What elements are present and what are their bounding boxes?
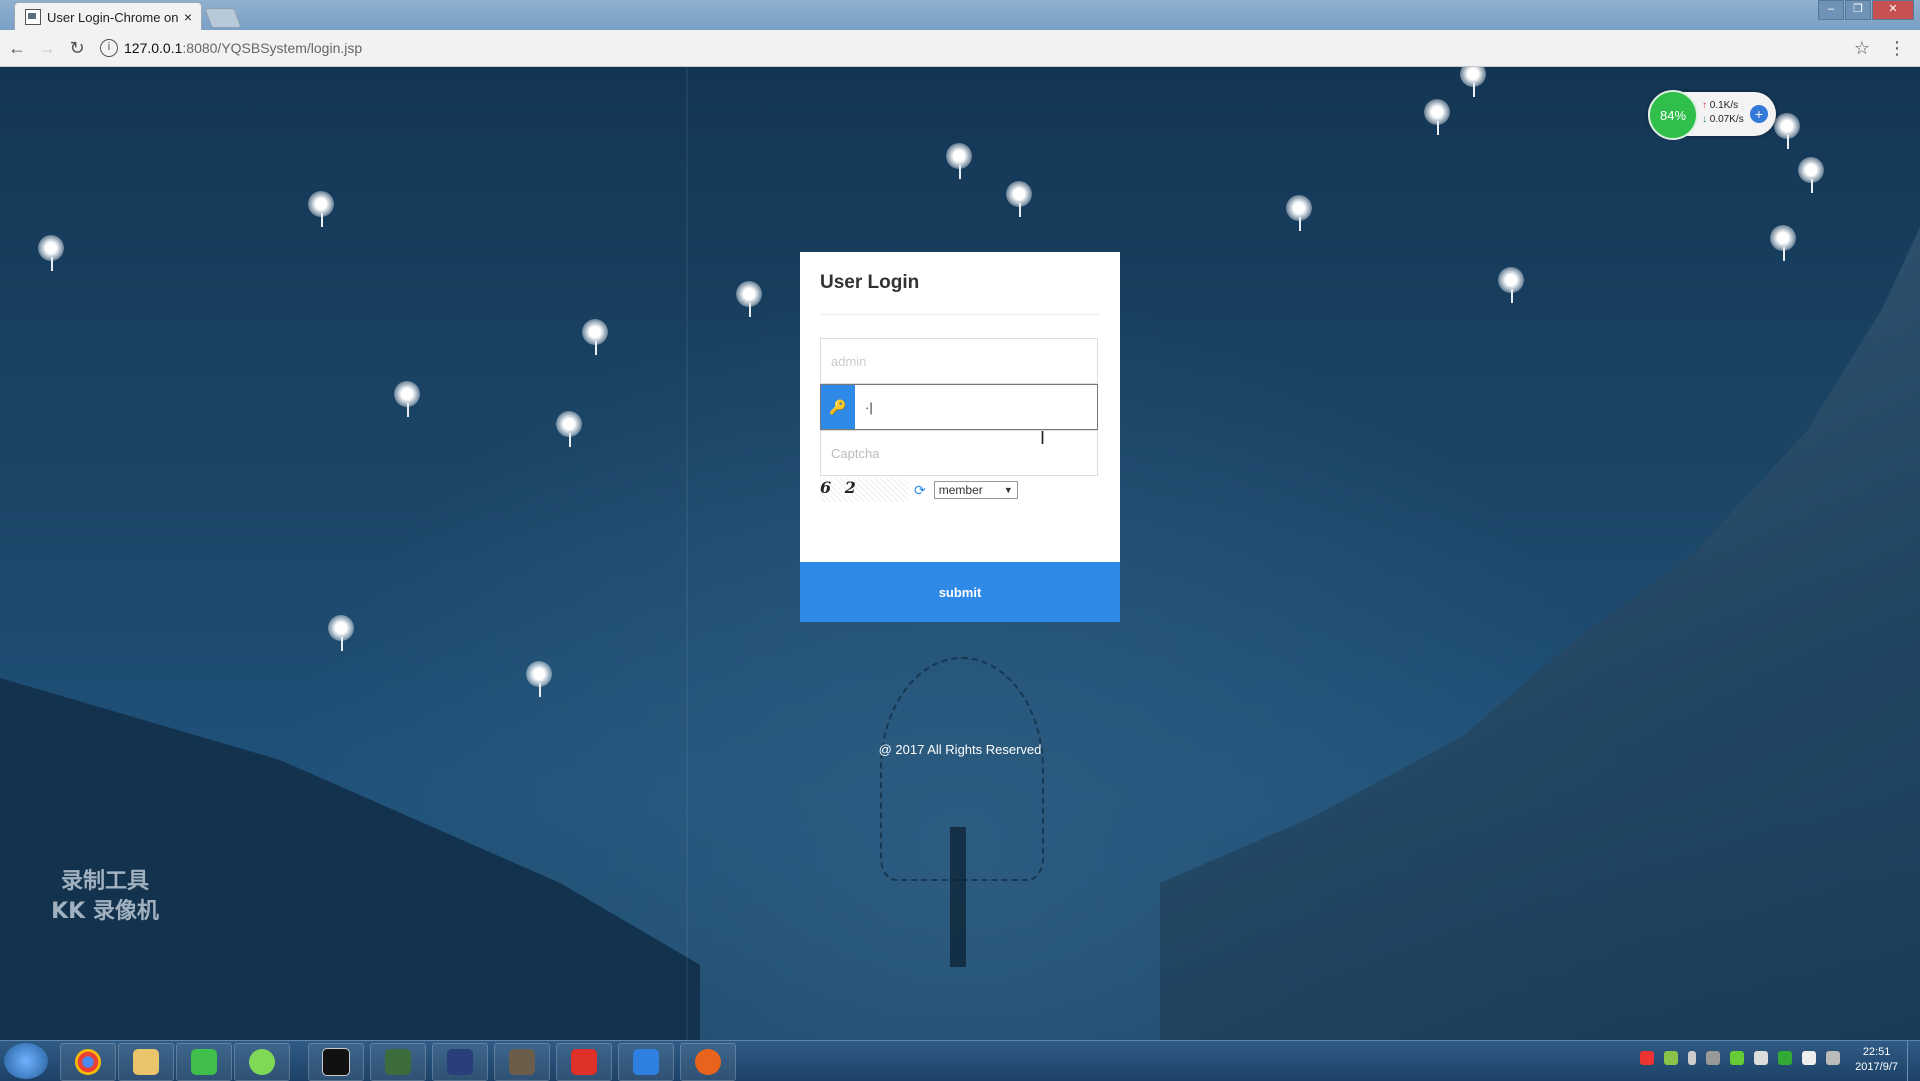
address-bar: ← → ↻ i 127.0.0.1:8080/YQSBSystem/login.…	[0, 30, 1920, 67]
forward-button[interactable]: →	[34, 35, 60, 61]
green-app-taskbar-icon[interactable]	[234, 1043, 290, 1081]
dandelion-seed-icon	[1422, 99, 1454, 137]
show-desktop-button[interactable]	[1907, 1041, 1920, 1081]
battery-icon[interactable]	[1664, 1051, 1678, 1065]
system-clock[interactable]: 22:51 2017/9/7	[1855, 1045, 1898, 1075]
dandelion-seed-icon	[326, 615, 358, 653]
login-title: User Login	[820, 272, 920, 293]
dandelion-seed-icon	[36, 235, 68, 273]
tab-title: User Login-Chrome on	[47, 9, 179, 25]
dandelion-seed-icon	[1458, 67, 1490, 99]
dandelion-seed-icon	[734, 281, 766, 319]
browser-menu-icon[interactable]: ⋮	[1888, 38, 1906, 59]
new-tab-button[interactable]	[204, 8, 242, 28]
page-favicon-icon	[25, 9, 41, 25]
close-window-button[interactable]: ✕	[1872, 0, 1914, 20]
browser-tab-bar: User Login-Chrome on × – ❐ ✕	[0, 0, 1920, 31]
cliff-rock	[1160, 227, 1920, 1040]
site-info-icon[interactable]: i	[100, 39, 118, 57]
cmd-terminal-taskbar-icon[interactable]	[308, 1043, 364, 1081]
tray-monitor-icon[interactable]	[1778, 1051, 1792, 1065]
recorder-watermark: 录制工具 KK 录像机	[30, 867, 180, 927]
tray-expand-icon[interactable]	[1688, 1051, 1696, 1065]
tray-green-icon[interactable]	[1730, 1051, 1744, 1065]
refresh-captcha-icon[interactable]: ⟳	[914, 482, 926, 499]
network-speed-widget[interactable]: 84% 0.1K/s 0.07K/s +	[1648, 90, 1776, 140]
monitor-app-taskbar-icon[interactable]	[370, 1043, 426, 1081]
url-host: 127.0.0.1	[124, 40, 183, 56]
sogou-input-icon[interactable]	[1640, 1051, 1654, 1065]
background-divider	[686, 67, 688, 1040]
mountain-silhouette	[0, 678, 700, 1040]
copyright-footer: @ 2017 All Rights Reserved	[878, 742, 1042, 757]
submit-button[interactable]: submit	[800, 562, 1120, 622]
dandelion-seed-icon	[306, 191, 338, 229]
chrome-taskbar-icon[interactable]	[60, 1043, 116, 1081]
reload-button[interactable]: ↻	[64, 35, 90, 61]
url-path: :8080/YQSBSystem/login.jsp	[182, 40, 363, 56]
notification-icon[interactable]	[1826, 1051, 1840, 1065]
file-explorer-taskbar-icon[interactable]	[118, 1043, 174, 1081]
captcha-image[interactable]: 6 2	[820, 478, 908, 502]
role-selected-value: member	[938, 483, 983, 497]
clock-time: 22:51	[1862, 1046, 1891, 1058]
chevron-down-icon: ▼	[1003, 485, 1013, 495]
dandelion-seed-icon	[1796, 157, 1828, 195]
dandelion-seed-icon	[1768, 225, 1800, 263]
accelerate-plus-icon[interactable]: +	[1750, 105, 1768, 123]
captcha-input[interactable]	[821, 431, 1097, 475]
password-field[interactable]: 🔑	[820, 384, 1098, 430]
system-tray	[1640, 1051, 1840, 1065]
captcha-row: 6 2 ⟳ member ▼	[820, 478, 1018, 502]
minimize-button[interactable]: –	[1818, 0, 1844, 20]
restore-button[interactable]: ❐	[1845, 0, 1871, 20]
wps-writer-taskbar-icon[interactable]	[618, 1043, 674, 1081]
login-card: User Login 🔑 6 2 ⟳ member ▼ submit	[800, 252, 1120, 622]
bookmark-star-icon[interactable]: ☆	[1854, 38, 1870, 59]
tab-close-icon[interactable]: ×	[179, 9, 197, 25]
memory-usage-indicator: 84%	[1648, 90, 1698, 140]
title-divider	[820, 314, 1100, 315]
wechat-taskbar-icon[interactable]	[176, 1043, 232, 1081]
dandelion-seed-icon	[554, 411, 586, 449]
dandelion-seed-icon	[1772, 113, 1804, 151]
watermark-line2: KK 录像机	[51, 899, 159, 924]
browser-tab[interactable]: User Login-Chrome on ×	[14, 2, 202, 31]
network-signal-icon[interactable]	[1802, 1051, 1816, 1065]
dandelion-seed-icon	[1004, 181, 1036, 219]
back-button[interactable]: ←	[4, 35, 30, 61]
sublime-taskbar-icon[interactable]	[494, 1043, 550, 1081]
download-rate: 0.07K/s	[1702, 113, 1744, 127]
captcha-field[interactable]	[820, 430, 1098, 476]
blackhole-app-taskbar-icon[interactable]	[680, 1043, 736, 1081]
text-cursor-icon: I	[1040, 428, 1046, 448]
upload-rate: 0.1K/s	[1702, 99, 1744, 113]
username-field[interactable]	[820, 338, 1098, 384]
netease-music-taskbar-icon[interactable]	[556, 1043, 612, 1081]
windows-taskbar: 22:51 2017/9/7	[0, 1040, 1920, 1081]
clock-date: 2017/9/7	[1855, 1061, 1898, 1073]
dandelion-seed-icon	[524, 661, 556, 699]
dandelion-seed-icon	[580, 319, 612, 357]
role-select[interactable]: member ▼	[933, 481, 1018, 499]
dandelion-seed-icon	[392, 381, 424, 419]
key-icon: 🔑	[821, 385, 855, 429]
dandelion-seed-icon	[1496, 267, 1528, 305]
password-input[interactable]	[855, 385, 1097, 429]
window-controls: – ❐ ✕	[1817, 0, 1914, 20]
tray-app-icon[interactable]	[1706, 1051, 1720, 1065]
network-rates: 0.1K/s 0.07K/s	[1702, 99, 1744, 127]
volume-icon[interactable]	[1754, 1051, 1768, 1065]
start-button[interactable]	[4, 1043, 48, 1079]
tree-trunk	[950, 827, 966, 967]
username-input[interactable]	[821, 339, 1097, 383]
dandelion-seed-icon	[944, 143, 976, 181]
s-app-taskbar-icon[interactable]	[432, 1043, 488, 1081]
url-field[interactable]: i 127.0.0.1:8080/YQSBSystem/login.jsp	[100, 35, 1854, 61]
dandelion-seed-icon	[1284, 195, 1316, 233]
watermark-line1: 录制工具	[60, 869, 149, 894]
